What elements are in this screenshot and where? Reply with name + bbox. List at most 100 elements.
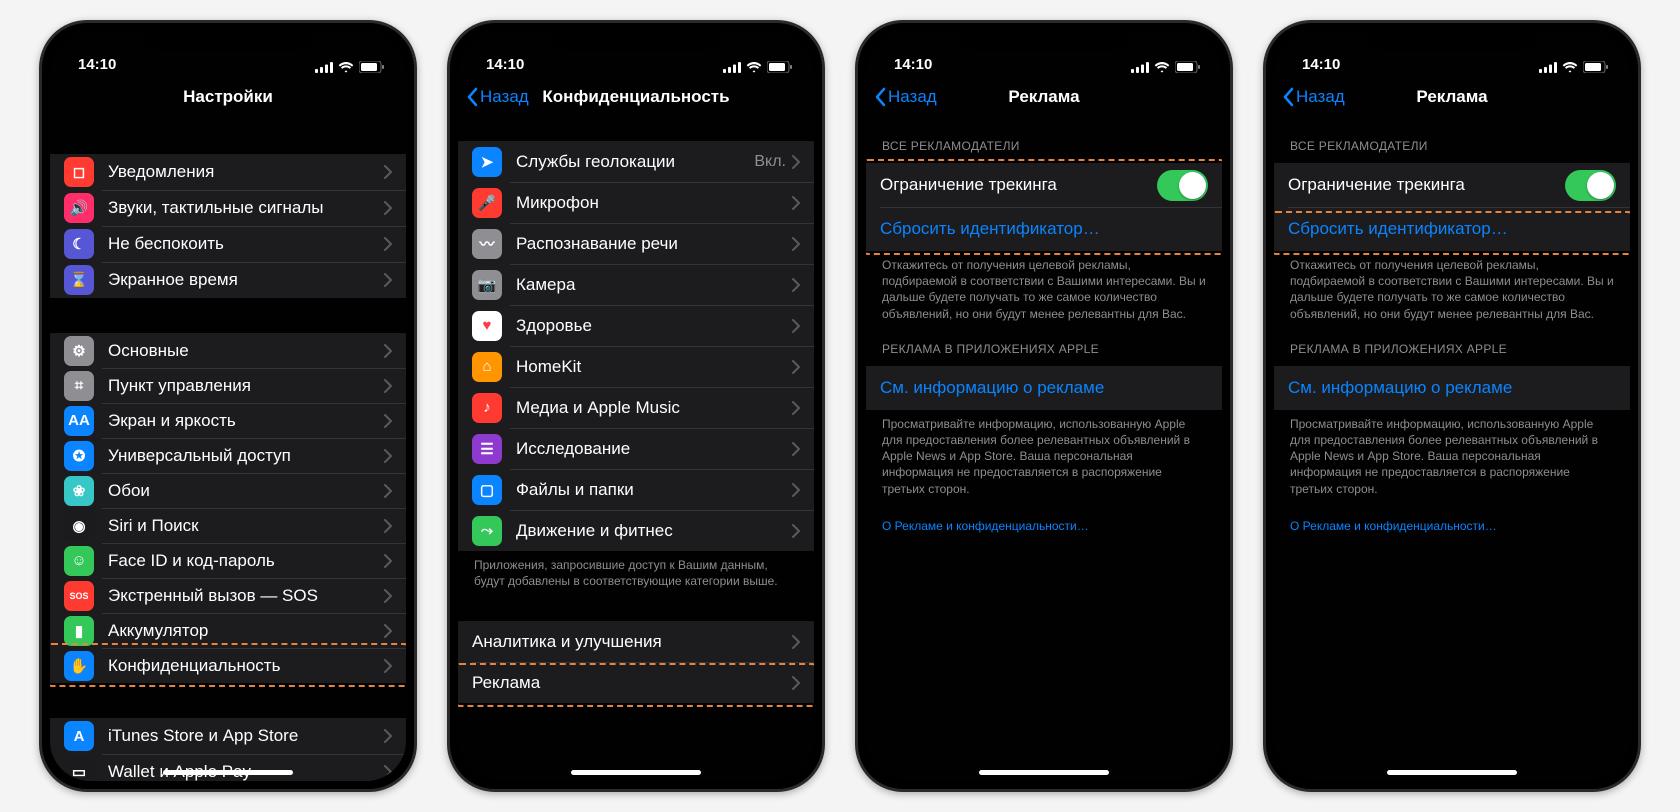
sos-icon: SOS bbox=[64, 581, 94, 611]
motion-icon: ⤳ bbox=[472, 516, 502, 546]
row-label: Реклама bbox=[472, 673, 792, 693]
phone-advertising-a: 14:10 Назад Реклама ВСЕ РЕКЛАМОДАТЕЛИ Ог… bbox=[855, 20, 1233, 792]
chevron-right-icon bbox=[792, 360, 800, 374]
chevron-right-icon bbox=[792, 278, 800, 292]
phone-privacy: 14:10 Назад Конфиденциальность ➤Службы г… bbox=[447, 20, 825, 792]
section-header-apple-ads: РЕКЛАМА В ПРИЛОЖЕНИЯХ APPLE bbox=[1274, 322, 1630, 362]
row-label: Микрофон bbox=[516, 193, 792, 213]
battery-icon bbox=[1175, 61, 1200, 73]
chevron-left-icon bbox=[466, 87, 478, 107]
screentime-icon: ⌛ bbox=[64, 265, 94, 295]
chevron-right-icon bbox=[792, 237, 800, 251]
section-header-all-advertisers: ВСЕ РЕКЛАМОДАТЕЛИ bbox=[866, 119, 1222, 159]
chevron-right-icon bbox=[384, 414, 392, 428]
phone-settings: 14:10 Настройки ◻Уведомления🔊Звуки, такт… bbox=[39, 20, 417, 792]
row-accessibility[interactable]: ✪Универсальный доступ bbox=[50, 438, 406, 473]
chevron-right-icon bbox=[384, 729, 392, 743]
home-indicator[interactable] bbox=[1387, 770, 1517, 775]
chevron-left-icon bbox=[1282, 87, 1294, 107]
row-battery[interactable]: ▮Аккумулятор bbox=[50, 613, 406, 648]
cellular-signal-icon bbox=[1539, 62, 1557, 73]
row-microphone[interactable]: 🎤 Микрофон bbox=[458, 182, 814, 223]
about-ads-link[interactable]: О Рекламе и конфиденциальности… bbox=[866, 497, 1222, 533]
chevron-right-icon bbox=[384, 519, 392, 533]
reset-identifier-row[interactable]: Сбросить идентификатор… bbox=[1274, 207, 1630, 251]
row-media[interactable]: ♪Медиа и Apple Music bbox=[458, 387, 814, 428]
row-label: Экстренный вызов — SOS bbox=[108, 586, 384, 606]
chevron-right-icon bbox=[792, 196, 800, 210]
row-research[interactable]: ☰Исследование bbox=[458, 428, 814, 469]
about-ads-link[interactable]: О Рекламе и конфиденциальности… bbox=[1274, 497, 1630, 533]
row-control-center[interactable]: ⌗Пункт управления bbox=[50, 368, 406, 403]
general-icon: ⚙ bbox=[64, 336, 94, 366]
row-sos[interactable]: SOS Экстренный вызов — SOS bbox=[50, 578, 406, 613]
location-icon: ➤ bbox=[472, 147, 502, 177]
home-indicator[interactable] bbox=[571, 770, 701, 775]
navbar: Назад Реклама bbox=[1274, 75, 1630, 119]
privacy-icon: ✋ bbox=[64, 651, 94, 681]
wifi-icon bbox=[1562, 62, 1578, 73]
navbar: Назад Реклама bbox=[866, 75, 1222, 119]
row-notifications[interactable]: ◻Уведомления bbox=[50, 154, 406, 190]
privacy-list-2: Аналитика и улучшения Реклама bbox=[458, 621, 814, 703]
back-button[interactable]: Назад bbox=[1282, 87, 1345, 107]
battery-icon bbox=[767, 61, 792, 73]
row-label: Конфиденциальность bbox=[108, 656, 384, 676]
row-sounds[interactable]: 🔊Звуки, тактильные сигналы bbox=[50, 190, 406, 226]
ad-info-row[interactable]: См. информацию о рекламе bbox=[866, 366, 1222, 410]
itunes-icon: A bbox=[64, 721, 94, 751]
row-location[interactable]: ➤Службы геолокацииВкл. bbox=[458, 141, 814, 182]
row-faceid[interactable]: ☺Face ID и код-пароль bbox=[50, 543, 406, 578]
media-icon: ♪ bbox=[472, 393, 502, 423]
row-analytics[interactable]: Аналитика и улучшения bbox=[458, 621, 814, 662]
battery-icon bbox=[359, 61, 384, 73]
reset-identifier-row[interactable]: Сбросить идентификатор… bbox=[866, 207, 1222, 251]
limit-ad-tracking-toggle[interactable] bbox=[1157, 170, 1208, 201]
row-detail: Вкл. bbox=[754, 153, 786, 171]
row-general[interactable]: ⚙ Основные bbox=[50, 333, 406, 368]
row-siri[interactable]: ◉Siri и Поиск bbox=[50, 508, 406, 543]
back-button[interactable]: Назад bbox=[466, 87, 529, 107]
health-icon: ♥ bbox=[472, 311, 502, 341]
row-camera[interactable]: 📷Камера bbox=[458, 264, 814, 305]
chevron-right-icon bbox=[792, 635, 800, 649]
row-files[interactable]: ▢Файлы и папки bbox=[458, 469, 814, 510]
tracking-footer: Откажитесь от получения целевой рекламы,… bbox=[866, 251, 1222, 322]
row-advertising[interactable]: Реклама bbox=[458, 662, 814, 703]
chevron-right-icon bbox=[792, 524, 800, 538]
home-indicator[interactable] bbox=[979, 770, 1109, 775]
home-indicator[interactable] bbox=[163, 770, 293, 775]
ad-info-row[interactable]: См. информацию о рекламе bbox=[1274, 366, 1630, 410]
row-privacy[interactable]: ✋ Конфиденциальность bbox=[50, 648, 406, 683]
row-label: Основные bbox=[108, 341, 384, 361]
wallet-icon: ▭ bbox=[64, 757, 94, 781]
row-screentime[interactable]: ⌛Экранное время bbox=[50, 262, 406, 298]
dnd-icon: ☾ bbox=[64, 229, 94, 259]
row-health[interactable]: ♥Здоровье bbox=[458, 305, 814, 346]
row-wallpaper[interactable]: ❀Обои bbox=[50, 473, 406, 508]
phone-advertising-b: 14:10 Назад Реклама ВСЕ РЕКЛАМОДАТЕЛИ Ог… bbox=[1263, 20, 1641, 792]
limit-ad-tracking-row[interactable]: Ограничение трекинга bbox=[1274, 163, 1630, 207]
chevron-right-icon bbox=[384, 201, 392, 215]
row-label: Распознавание речи bbox=[516, 234, 792, 254]
row-display[interactable]: AAЭкран и яркость bbox=[50, 403, 406, 438]
row-motion[interactable]: ⤳ Движение и фитнес bbox=[458, 510, 814, 551]
row-wallet[interactable]: ▭Wallet и Apple Pay bbox=[50, 754, 406, 781]
speech-icon: 〰 bbox=[472, 229, 502, 259]
privacy-list-1: ➤Службы геолокацииВкл. 🎤 Микрофон 〰 Распозна… bbox=[458, 141, 814, 551]
microphone-icon: 🎤 bbox=[472, 188, 502, 218]
row-label: Движение и фитнес bbox=[516, 521, 792, 541]
row-itunes[interactable]: AiTunes Store и App Store bbox=[50, 718, 406, 754]
chevron-right-icon bbox=[384, 624, 392, 638]
cellular-signal-icon bbox=[315, 62, 333, 73]
reset-identifier-label: Сбросить идентификатор… bbox=[880, 219, 1208, 239]
row-label: Siri и Поиск bbox=[108, 516, 384, 536]
limit-ad-tracking-toggle[interactable] bbox=[1565, 170, 1616, 201]
limit-ad-tracking-row[interactable]: Ограничение трекинга bbox=[866, 163, 1222, 207]
status-time: 14:10 bbox=[894, 56, 932, 73]
row-speech[interactable]: 〰 Распознавание речи bbox=[458, 223, 814, 264]
settings-list-2: ⚙ Основные ⌗Пункт управленияAAЭкран и ярко… bbox=[50, 333, 406, 683]
row-dnd[interactable]: ☾Не беспокоить bbox=[50, 226, 406, 262]
back-button[interactable]: Назад bbox=[874, 87, 937, 107]
row-homekit[interactable]: ⌂HomeKit bbox=[458, 346, 814, 387]
